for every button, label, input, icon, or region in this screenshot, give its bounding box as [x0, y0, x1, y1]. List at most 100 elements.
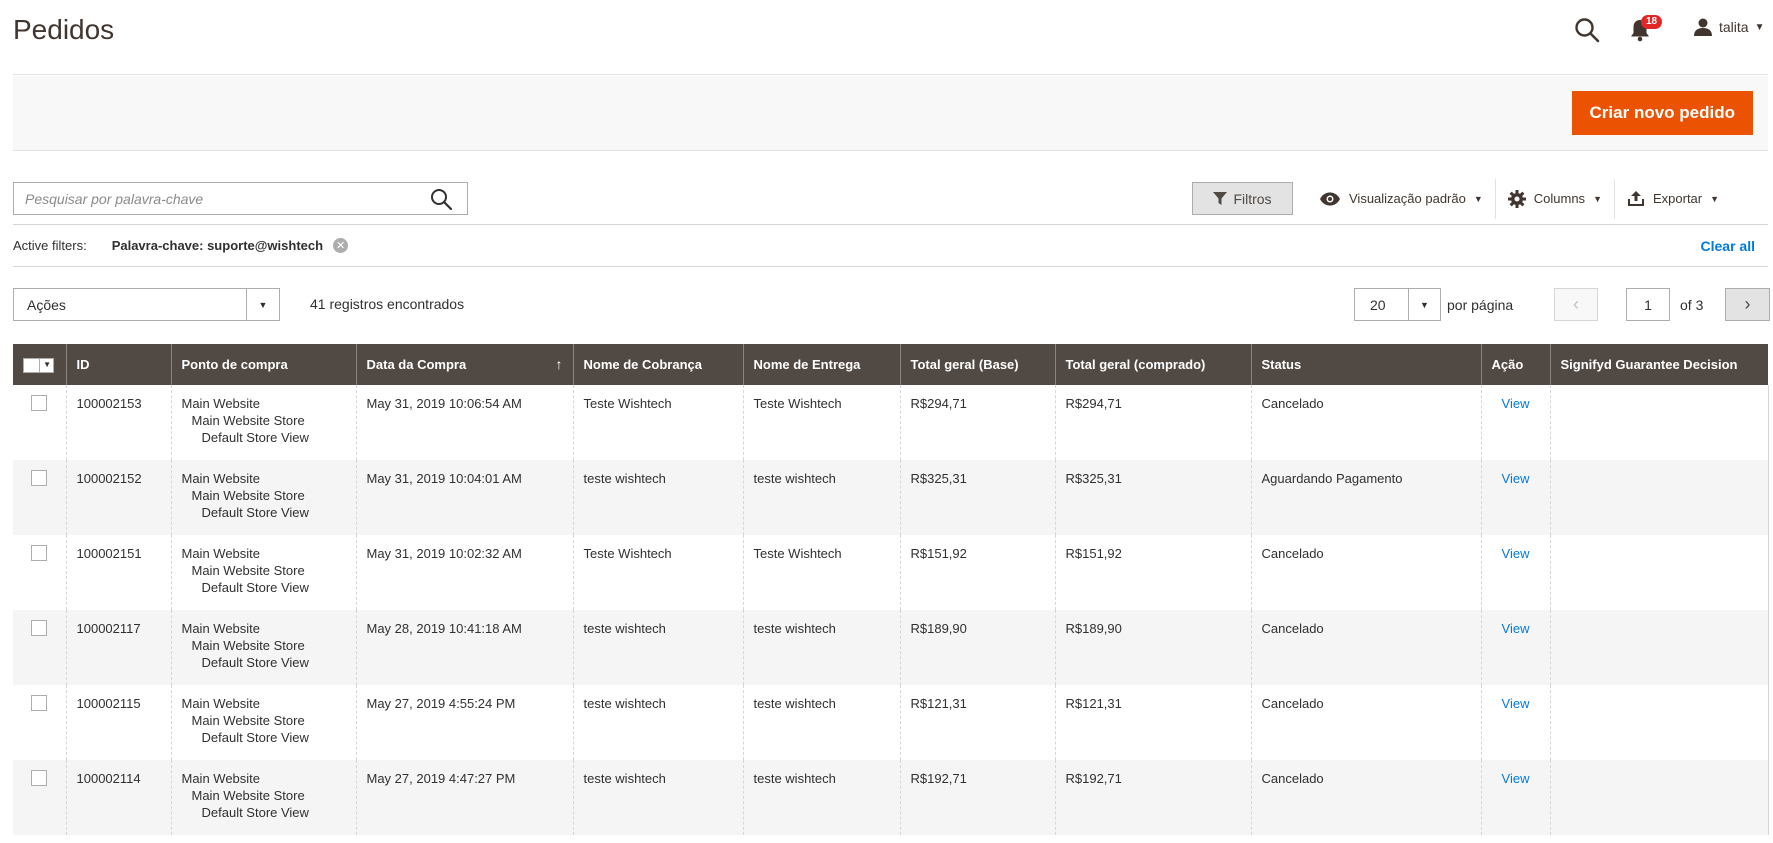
billing-name: teste wishtech — [572, 685, 743, 760]
table-row[interactable]: 100002152 Main Website Main Website Store… — [13, 460, 1769, 535]
view-order-link[interactable]: View — [1502, 771, 1530, 786]
shipping-name: Teste Wishtech — [742, 535, 900, 610]
grand-total-purchased: R$192,71 — [1054, 760, 1251, 835]
grand-total-base: R$192,71 — [899, 760, 1055, 835]
billing-name: Teste Wishtech — [572, 385, 743, 460]
order-id: 100002151 — [65, 535, 171, 610]
eye-icon — [1320, 192, 1340, 205]
purchase-date: May 28, 2019 10:41:18 AM — [355, 610, 573, 685]
previous-page-button[interactable]: ‹ — [1554, 288, 1598, 321]
column-header[interactable]: ID — [65, 344, 171, 385]
store-view: Default Store View — [201, 505, 309, 520]
export-icon — [1627, 190, 1644, 206]
export-control[interactable]: Exportar ▼ — [1615, 182, 1731, 215]
column-header[interactable]: Nome de Cobrança — [572, 344, 743, 385]
grand-total-purchased: R$325,31 — [1054, 460, 1251, 535]
row-checkbox[interactable] — [31, 695, 48, 711]
grand-total-base: R$151,92 — [899, 535, 1055, 610]
store-name: Main Website Store — [191, 413, 305, 428]
close-icon[interactable]: ✕ — [333, 238, 349, 253]
column-header[interactable]: Ponto de compra — [170, 344, 356, 385]
row-checkbox[interactable] — [31, 620, 48, 636]
user-icon — [1694, 18, 1712, 36]
store-website: Main Website — [181, 546, 261, 561]
view-order-link[interactable]: View — [1502, 396, 1530, 411]
gear-icon — [1507, 189, 1526, 208]
column-header[interactable]: Total geral (Base) — [899, 344, 1055, 385]
row-select-cell — [13, 535, 66, 610]
row-select-cell — [13, 385, 66, 460]
table-row[interactable]: 100002153 Main Website Main Website Store… — [13, 385, 1769, 460]
user-menu[interactable]: talita ▼ — [1693, 14, 1764, 40]
billing-name: teste wishtech — [572, 610, 743, 685]
signifyd-decision — [1549, 460, 1769, 535]
grand-total-purchased: R$151,92 — [1054, 535, 1251, 610]
mass-select-checkbox[interactable]: ▼ — [23, 357, 54, 373]
grand-total-base: R$121,31 — [899, 685, 1055, 760]
next-page-button[interactable]: › — [1725, 288, 1770, 321]
view-label: Visualização padrão — [1349, 191, 1466, 206]
store-name: Main Website Store — [191, 638, 305, 653]
clear-all-filters-link[interactable]: Clear all — [1701, 238, 1755, 254]
total-pages-label: of 3 — [1680, 296, 1704, 313]
column-header[interactable]: Total geral (comprado) — [1054, 344, 1251, 385]
column-header[interactable]: Status — [1250, 344, 1481, 385]
shipping-name: teste wishtech — [742, 460, 900, 535]
per-page-select[interactable]: 20 ▼ — [1354, 288, 1441, 321]
create-order-button[interactable]: Criar novo pedido — [1571, 91, 1753, 135]
view-order-link[interactable]: View — [1502, 621, 1530, 636]
purchase-date: May 27, 2019 4:47:27 PM — [355, 760, 573, 835]
search-input[interactable] — [14, 183, 414, 214]
row-checkbox[interactable] — [31, 395, 48, 411]
table-row[interactable]: 100002114 Main Website Main Website Store… — [13, 760, 1769, 835]
search-icon[interactable] — [429, 187, 453, 211]
per-page-label: por página — [1447, 296, 1514, 313]
columns-control[interactable]: Columns ▼ — [1496, 182, 1614, 215]
order-status: Aguardando Pagamento — [1250, 460, 1481, 535]
shipping-name: teste wishtech — [742, 760, 900, 835]
chevron-down-icon: ▼ — [1408, 289, 1440, 320]
order-id: 100002114 — [65, 760, 171, 835]
shipping-name: teste wishtech — [742, 685, 900, 760]
row-select-cell — [13, 685, 66, 760]
orders-grid: ▼ ID Ponto de compra Data da Compra ↑ No… — [13, 344, 1769, 835]
billing-name: teste wishtech — [572, 760, 743, 835]
active-filter-chip: Palavra-chave: suporte@wishtech — [111, 238, 324, 253]
table-row[interactable]: 100002117 Main Website Main Website Store… — [13, 610, 1769, 685]
column-header-sorted[interactable]: Data da Compra ↑ — [355, 344, 573, 385]
user-name: talita — [1719, 19, 1749, 35]
mass-select-header[interactable]: ▼ — [13, 344, 66, 385]
row-checkbox[interactable] — [31, 770, 48, 786]
sort-ascending-icon: ↑ — [555, 356, 563, 372]
page-header: Pedidos 18 talita ▼ — [13, 0, 1768, 75]
column-header[interactable]: Nome de Entrega — [742, 344, 900, 385]
purchase-date: May 27, 2019 4:55:24 PM — [355, 685, 573, 760]
column-header[interactable]: Signifyd Guarantee Decision — [1549, 344, 1768, 385]
table-row[interactable]: 100002115 Main Website Main Website Store… — [13, 685, 1769, 760]
signifyd-decision — [1549, 610, 1769, 685]
purchase-point: Main Website Main Website Store Default St… — [170, 460, 356, 535]
table-row[interactable]: 100002151 Main Website Main Website Store… — [13, 535, 1769, 610]
mass-actions-select[interactable]: Ações ▼ — [13, 288, 280, 321]
chevron-down-icon: ▼ — [1710, 193, 1720, 204]
order-status: Cancelado — [1250, 685, 1481, 760]
row-checkbox[interactable] — [31, 470, 48, 486]
mass-actions-label: Ações — [27, 297, 66, 313]
chevron-down-icon: ▼ — [1593, 193, 1602, 204]
view-order-link[interactable]: View — [1502, 546, 1530, 561]
search-icon[interactable] — [1573, 16, 1601, 44]
chevron-down-icon: ▼ — [43, 359, 51, 369]
page-number-input[interactable] — [1626, 288, 1670, 321]
funnel-icon — [1213, 191, 1228, 205]
store-website: Main Website — [181, 396, 261, 411]
view-order-link[interactable]: View — [1502, 471, 1530, 486]
view-order-link[interactable]: View — [1502, 696, 1530, 711]
view-switcher[interactable]: Visualização padrão ▼ — [1307, 182, 1495, 215]
row-checkbox[interactable] — [31, 545, 48, 561]
chevron-down-icon: ▼ — [1754, 21, 1765, 33]
grand-total-base: R$294,71 — [899, 385, 1055, 460]
chevron-right-icon: › — [1744, 294, 1751, 314]
purchase-date: May 31, 2019 10:04:01 AM — [355, 460, 573, 535]
filters-button[interactable]: Filtros — [1192, 182, 1293, 215]
purchase-date: May 31, 2019 10:06:54 AM — [355, 385, 573, 460]
